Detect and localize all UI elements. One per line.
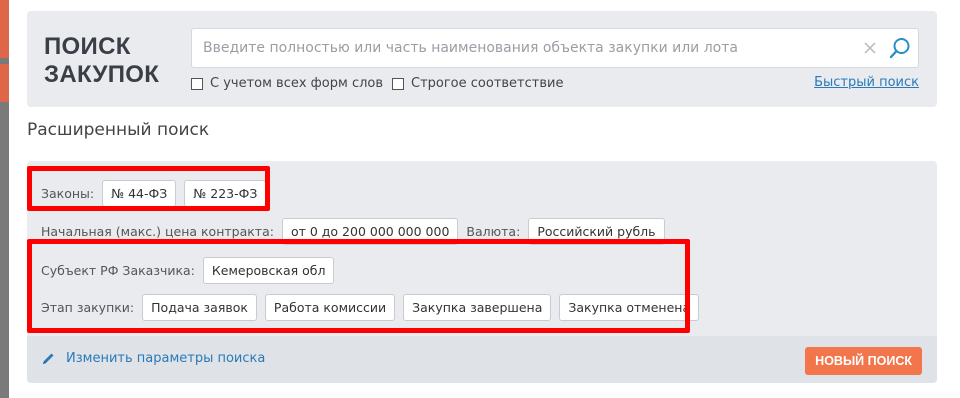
search-title: ПОИСК ЗАКУПОК (44, 33, 159, 89)
search-title-line2: ЗАКУПОК (44, 61, 160, 88)
search-box (191, 28, 919, 68)
price-label: Начальная (макс.) цена контракта: (41, 224, 274, 239)
checkbox-all-word-forms-label: С учетом всех форм слов (210, 76, 384, 91)
highlight-box-region-stage (27, 239, 690, 333)
search-input[interactable] (192, 29, 852, 67)
pencil-icon (43, 353, 54, 364)
checkbox-box[interactable] (191, 77, 203, 90)
close-icon[interactable] (862, 40, 878, 56)
checkbox-all-word-forms[interactable]: С учетом всех форм слов (191, 76, 383, 91)
magnifier-icon[interactable] (889, 37, 911, 59)
left-edge-accent-top (0, 0, 9, 58)
checkbox-strict-match-label: Строгое соответствие (411, 76, 564, 91)
left-edge-accent-bottom (0, 64, 9, 102)
edit-search-params-link[interactable]: Изменить параметры поиска (41, 351, 265, 366)
search-title-line1: ПОИСК (44, 33, 131, 60)
advanced-search-footer: Изменить параметры поиска НОВЫЙ ПОИСК (27, 336, 937, 383)
new-search-button[interactable]: НОВЫЙ ПОИСК (805, 347, 922, 375)
currency-label: Валюта: (466, 224, 521, 239)
edit-search-params-label: Изменить параметры поиска (66, 351, 266, 366)
search-panel: ПОИСК ЗАКУПОК С учетом всех форм слов Ст… (27, 11, 937, 107)
advanced-search-title: Расширенный поиск (27, 120, 210, 140)
quick-search-link[interactable]: Быстрый поиск (814, 75, 919, 90)
checkbox-strict-match[interactable]: Строгое соответствие (392, 76, 563, 91)
left-edge-strip (0, 0, 9, 398)
checkbox-box[interactable] (392, 77, 404, 90)
highlight-box-laws (27, 166, 270, 211)
